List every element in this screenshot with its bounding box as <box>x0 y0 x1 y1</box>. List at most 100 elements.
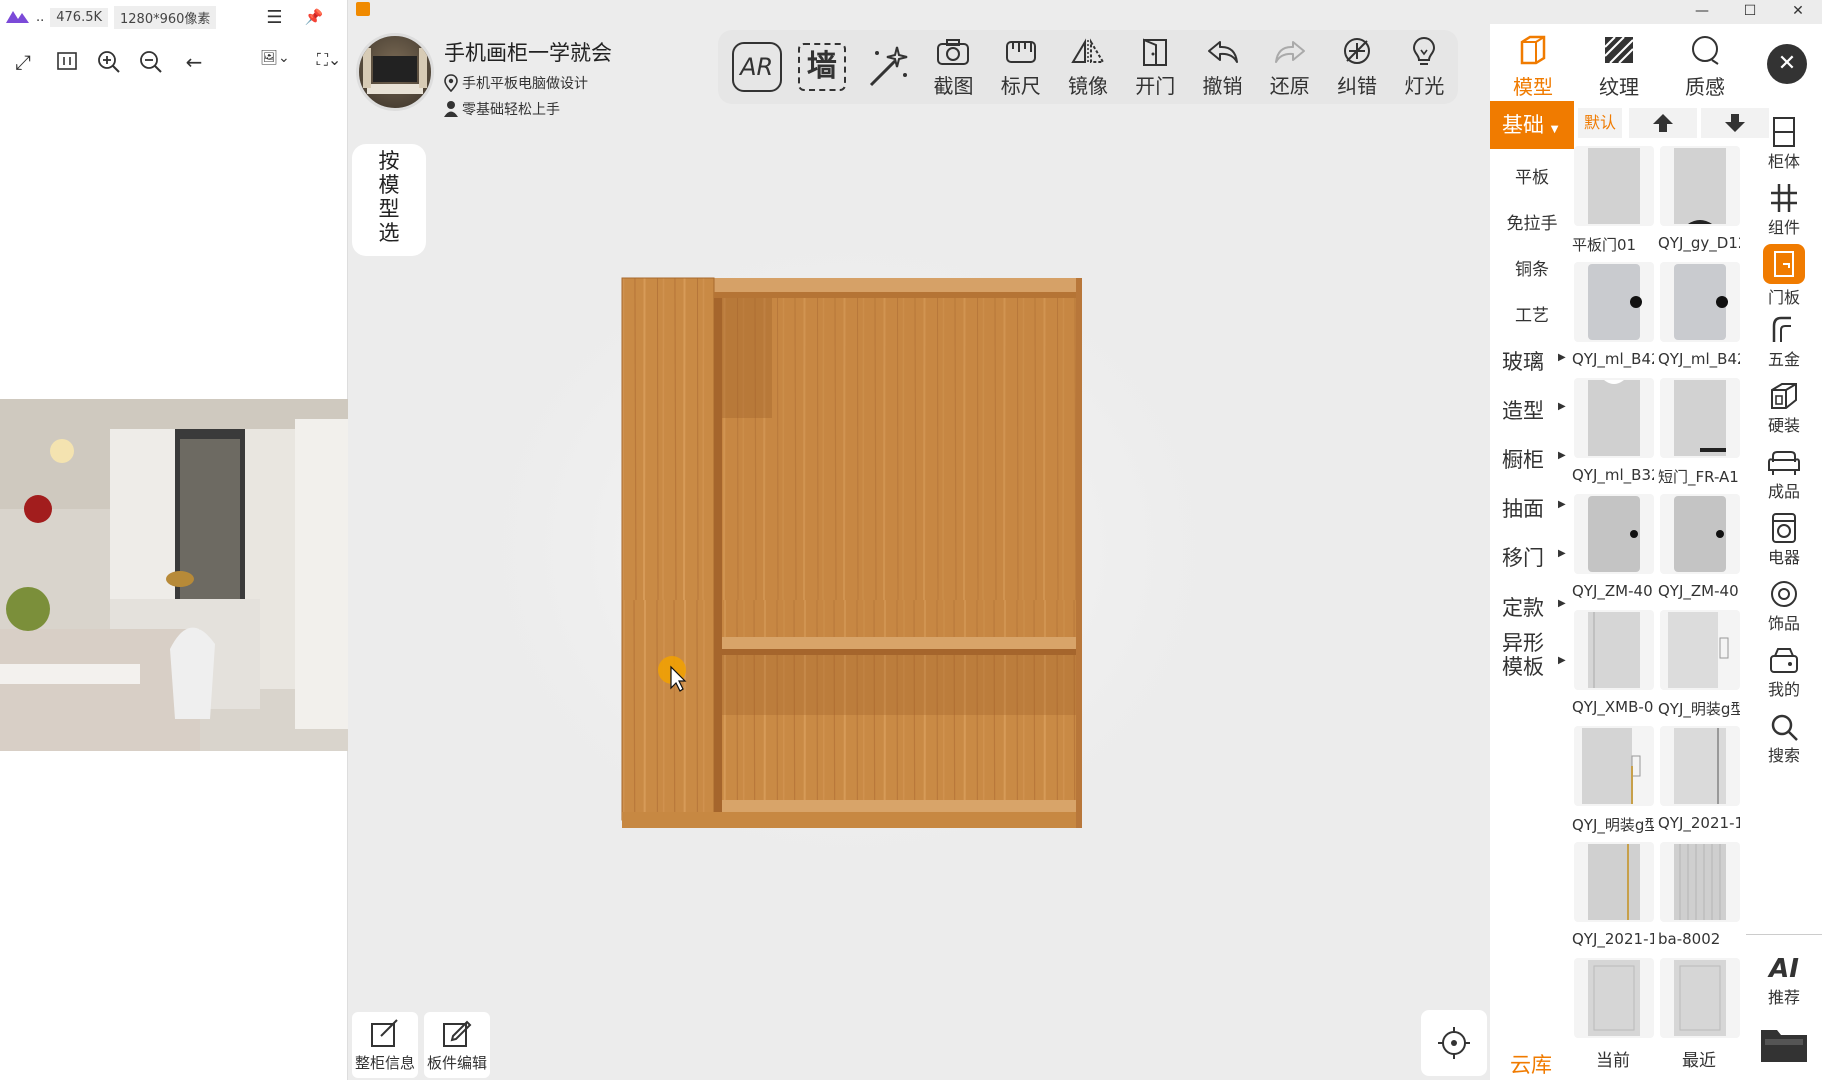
door-icon <box>1143 38 1168 66</box>
side-component[interactable]: 组件 <box>1746 178 1822 238</box>
door-thumb[interactable] <box>1660 842 1740 922</box>
wall-label: 墙 <box>797 43 846 91</box>
ai-icon: AI <box>1769 954 1799 984</box>
door-thumb[interactable] <box>1660 610 1740 690</box>
side-mine-label: 我的 <box>1767 680 1800 699</box>
menu-icon[interactable]: ☰ <box>266 7 282 28</box>
window-close-icon[interactable]: ✕ <box>1774 0 1822 24</box>
door-thumb[interactable] <box>1574 262 1654 342</box>
ar-label: AR <box>731 42 782 92</box>
side-recommend[interactable]: AI 推荐 <box>1746 948 1822 1008</box>
door-thumb[interactable] <box>1574 726 1654 806</box>
camera-icon <box>937 38 970 65</box>
door-thumb[interactable] <box>1660 494 1740 574</box>
side-search[interactable]: 搜索 <box>1746 706 1822 766</box>
pin-icon[interactable]: 📌 <box>305 8 324 26</box>
door-thumb[interactable] <box>1660 262 1740 342</box>
door-thumb[interactable] <box>1660 378 1740 458</box>
door-thumb[interactable] <box>1574 958 1654 1038</box>
panel-close-button[interactable]: ✕ <box>1767 44 1807 84</box>
cabinet-info-button[interactable]: 整柜信息 <box>352 1012 418 1078</box>
flower-icon <box>1771 581 1797 607</box>
side-component-label: 组件 <box>1767 218 1800 237</box>
category-fixed[interactable]: 定款 ▶ <box>1490 592 1574 622</box>
recent-button[interactable]: 最近 <box>1664 1046 1734 1071</box>
select-by-model-button[interactable]: 按模型选 <box>352 144 426 256</box>
crosshair-icon <box>1438 1027 1470 1059</box>
cabinet-model[interactable] <box>621 277 1082 828</box>
side-furniture[interactable]: 成品 <box>1746 442 1822 502</box>
cabinet-design-app: — ☐ ✕ 手机画柜一学就会 手机平板电脑做设计 零基础轻松上手 AR 墙 截图… <box>348 0 1822 1080</box>
current-button[interactable]: 当前 <box>1578 1046 1648 1071</box>
category-basic[interactable]: 基础 ▼ <box>1490 101 1574 149</box>
side-folder[interactable] <box>1746 1020 1822 1064</box>
minimize-icon[interactable]: — <box>1678 0 1726 24</box>
brand-sub2-text: 零基础轻松上手 <box>462 102 560 118</box>
screenshot-button[interactable]: 截图 <box>920 36 987 99</box>
fullscreen-icon[interactable]: ⤢ <box>10 50 36 74</box>
category-sliding[interactable]: 移门 ▶ <box>1490 542 1574 572</box>
undo-button[interactable]: 撤销 <box>1189 36 1256 99</box>
side-hardfit[interactable]: 硬装 <box>1746 376 1822 436</box>
sofa-icon <box>1768 451 1800 475</box>
category-drawer[interactable]: 抽面 ▶ <box>1490 493 1574 523</box>
side-cabinet[interactable]: 柜体 <box>1746 112 1822 172</box>
door-thumb[interactable] <box>1574 842 1654 922</box>
move-up-button[interactable] <box>1629 108 1697 138</box>
panel-edit-button[interactable]: 板件编辑 <box>424 1012 490 1078</box>
ruler-button[interactable]: 标尺 <box>987 36 1054 99</box>
door-thumb[interactable] <box>1660 726 1740 806</box>
ar-button[interactable]: AR <box>724 42 789 92</box>
zoom-out-icon[interactable] <box>138 50 164 79</box>
open-door-button[interactable]: 开门 <box>1122 36 1189 99</box>
sort-default-button[interactable]: 默认 <box>1578 108 1622 138</box>
light-button[interactable]: 灯光 <box>1391 36 1458 99</box>
screenshot-label: 截图 <box>933 73 974 98</box>
category-shape[interactable]: 造型 ▶ <box>1490 395 1574 425</box>
door-thumb[interactable] <box>1574 146 1654 226</box>
category-basic-label: 基础 <box>1502 113 1544 137</box>
brand-title: 手机画柜一学就会 <box>444 41 612 65</box>
category-sub-craft[interactable]: 工艺 <box>1490 301 1574 326</box>
category-sub-flat[interactable]: 平板 <box>1490 163 1574 188</box>
back-arrow-icon[interactable]: ← <box>181 50 207 74</box>
actual-size-icon[interactable] <box>54 50 80 77</box>
fix-label: 纠错 <box>1337 73 1378 98</box>
side-mine[interactable]: 我的 <box>1746 640 1822 700</box>
side-appliance[interactable]: 电器 <box>1746 508 1822 568</box>
door-thumb[interactable] <box>1660 958 1740 1038</box>
door-item-label: QYJ_ml_B42 <box>1572 350 1654 368</box>
category-kitchen[interactable]: 橱柜 ▶ <box>1490 444 1574 474</box>
side-decoration[interactable]: 饰品 <box>1746 574 1822 634</box>
maximize-icon[interactable]: ☐ <box>1726 0 1774 24</box>
tab-model-label: 模型 <box>1513 75 1553 99</box>
category-sub-handleless[interactable]: 免拉手 <box>1490 209 1574 234</box>
mirror-button[interactable]: 镜像 <box>1054 36 1121 99</box>
side-hardware[interactable]: 五金 <box>1746 310 1822 370</box>
image-menu-icon[interactable]: 🖼⌄ <box>258 50 292 66</box>
cabinet-info-label: 整柜信息 <box>354 1054 415 1072</box>
tab-material[interactable]: 质感 <box>1662 34 1748 104</box>
category-irregular[interactable]: 异形模板 ▶ <box>1490 631 1566 679</box>
category-glass[interactable]: 玻璃 ▶ <box>1490 346 1574 376</box>
tab-texture[interactable]: 纹理 <box>1576 34 1662 104</box>
category-sub-copper[interactable]: 铜条 <box>1490 255 1574 280</box>
wall-button[interactable]: 墙 <box>789 43 854 91</box>
magic-wand-button[interactable] <box>855 43 920 91</box>
cloud-library-link[interactable]: 云库 <box>1510 1049 1552 1079</box>
door-item-label: ba-8002 <box>1658 930 1721 948</box>
zoom-in-icon[interactable] <box>96 50 122 79</box>
crop-icon[interactable]: ⛶⌄ <box>313 50 345 70</box>
fix-error-button[interactable]: 纠错 <box>1323 36 1390 99</box>
door-thumb[interactable] <box>1660 146 1740 226</box>
design-canvas[interactable] <box>348 0 1490 1080</box>
door-item-label: QYJ_2021-1 <box>1658 814 1740 832</box>
door-thumb[interactable] <box>1574 610 1654 690</box>
tab-model[interactable]: 模型 <box>1490 34 1576 104</box>
locate-button[interactable] <box>1421 1010 1487 1076</box>
door-thumb[interactable] <box>1574 378 1654 458</box>
side-door[interactable]: 门板 <box>1746 244 1822 308</box>
door-thumb[interactable] <box>1574 494 1654 574</box>
tab-material-label: 质感 <box>1685 75 1725 99</box>
redo-button[interactable]: 还原 <box>1256 36 1323 99</box>
